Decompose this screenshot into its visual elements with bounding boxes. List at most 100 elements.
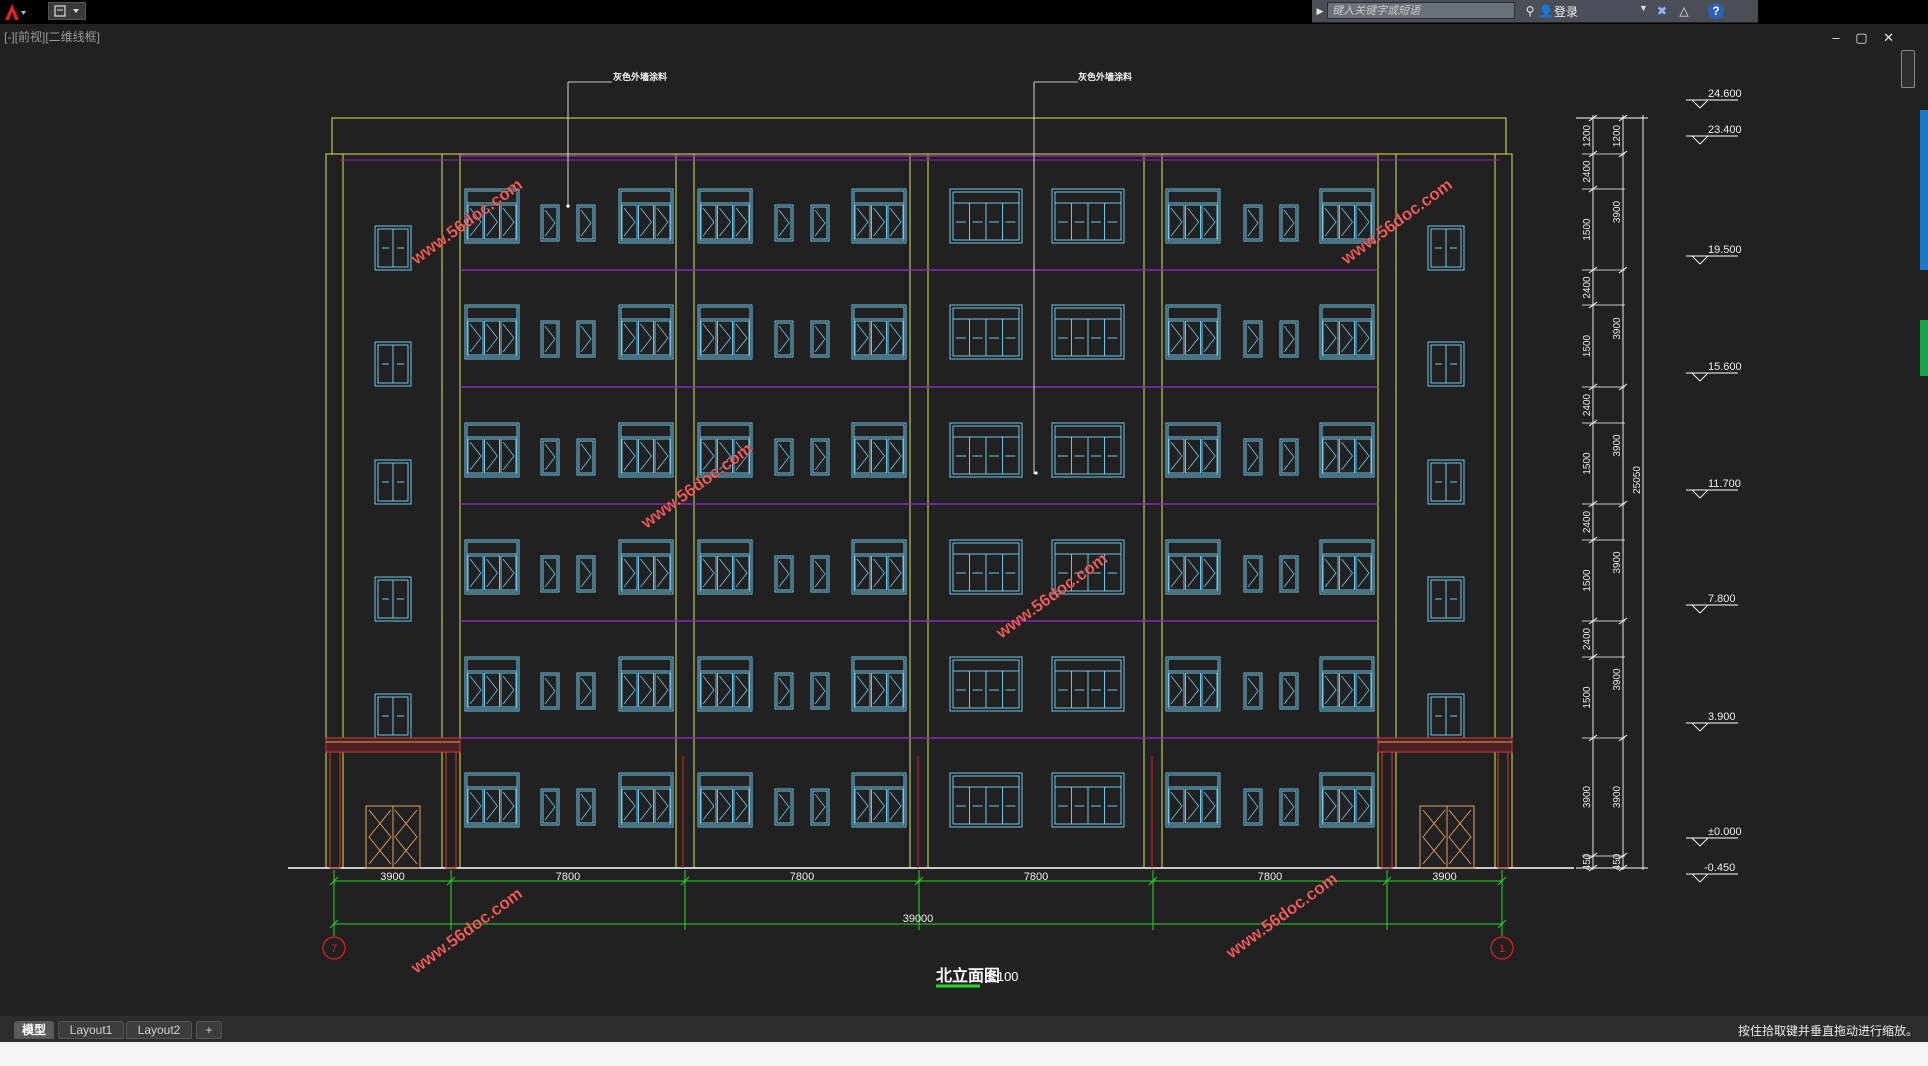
window-frame (464, 772, 520, 828)
pilaster (1377, 153, 1397, 869)
window-swing-mark (702, 791, 715, 821)
window-frame (851, 539, 907, 595)
level-text: 11.700 (1708, 478, 1741, 490)
watermark: www.56doc.com (992, 549, 1111, 643)
dimension-text: 3900 (1612, 668, 1623, 691)
window-swing-mark (1283, 793, 1295, 821)
tab-layout2[interactable]: Layout2 (126, 1021, 192, 1039)
window-swing-mark (640, 207, 653, 237)
window-swing-mark (719, 675, 732, 705)
window-swing-mark (656, 323, 669, 353)
window-swing-mark (889, 675, 902, 705)
window-swing-mark (502, 207, 515, 237)
drawing-canvas[interactable]: 灰色外墙涂料 灰色外墙涂料 3900 7800 7800 7800 7800 3900 3900… (0, 0, 1928, 1066)
level-marker (1691, 489, 1709, 499)
vertical-scrollbar[interactable] (1898, 44, 1916, 1016)
window-frame (464, 539, 520, 595)
window-swing-mark (702, 323, 715, 353)
window-swing-mark (486, 558, 499, 588)
side-panel-tab[interactable] (1920, 110, 1928, 270)
level-text: ±0.000 (1708, 826, 1742, 838)
window-frame (1279, 555, 1299, 593)
window-swing-mark (640, 441, 653, 471)
window-swing-mark (1341, 441, 1354, 471)
window-swing-mark (1357, 791, 1370, 821)
add-layout-button[interactable]: + (196, 1021, 222, 1039)
door-swing-mark (1448, 809, 1472, 865)
window-frame (618, 656, 674, 712)
window-swing-mark (580, 560, 592, 588)
window-swing-mark (778, 677, 790, 705)
window-swing-mark (656, 791, 669, 821)
dimension-text: 450 (1582, 853, 1593, 870)
entrance-canopy (325, 737, 461, 753)
level-marker (1691, 135, 1709, 145)
window-swing-mark (889, 323, 902, 353)
dimension-text: 25050 (1632, 466, 1643, 494)
door-swing-mark (1422, 809, 1446, 865)
window-swing-mark (1247, 209, 1259, 237)
watermark: www.56doc.com (407, 884, 526, 978)
window-frame (810, 204, 830, 242)
window-swing-mark (778, 443, 790, 471)
window-frame (464, 656, 520, 712)
window-frame (1165, 188, 1221, 244)
pilaster (909, 153, 929, 869)
window-swing-mark (814, 443, 826, 471)
dimension-text: 3900 (1432, 871, 1456, 883)
window-frame (810, 672, 830, 710)
dimension-text: 3900 (1612, 434, 1623, 457)
window-swing-mark (502, 323, 515, 353)
window-frame (697, 188, 753, 244)
level-marker (1691, 372, 1709, 382)
tab-model[interactable]: 模型 (14, 1021, 54, 1039)
window-swing-mark (469, 441, 482, 471)
window-frame (774, 204, 794, 242)
window-swing-mark (873, 441, 886, 471)
window-swing-mark (1357, 558, 1370, 588)
window-frame (1279, 320, 1299, 358)
window-frame (851, 772, 907, 828)
window-swing-mark (719, 558, 732, 588)
window-frame (576, 438, 596, 476)
window-swing-mark (1247, 793, 1259, 821)
dimension-text: 7800 (1024, 871, 1048, 883)
window-swing-mark (1170, 323, 1183, 353)
window-frame (1279, 672, 1299, 710)
window-swing-mark (1357, 323, 1370, 353)
window-frame (810, 788, 830, 826)
dimension-text: 3900 (1612, 200, 1623, 223)
window-swing-mark (1341, 675, 1354, 705)
window-swing-mark (469, 558, 482, 588)
material-note: 灰色外墙涂料 (613, 71, 667, 82)
window-swing-mark (873, 323, 886, 353)
window-swing-mark (814, 325, 826, 353)
level-text: 23.400 (1708, 124, 1742, 136)
side-panel-tab[interactable] (1920, 320, 1928, 376)
window-frame (576, 320, 596, 358)
dimension-text: 3900 (1612, 785, 1623, 808)
window-frame (851, 656, 907, 712)
window-frame (540, 788, 560, 826)
command-line[interactable] (0, 1042, 1928, 1066)
window-swing-mark (1203, 791, 1216, 821)
entrance-column (329, 751, 341, 869)
window-swing-mark (702, 675, 715, 705)
window-swing-mark (580, 325, 592, 353)
window-swing-mark (580, 793, 592, 821)
status-text: 按住拾取键并垂直拖动进行缩放。 (1737, 1024, 1918, 1038)
window-frame (1165, 656, 1221, 712)
window-swing-mark (1203, 207, 1216, 237)
tab-layout1[interactable]: Layout1 (58, 1021, 124, 1039)
window-swing-mark (814, 677, 826, 705)
window-swing-mark (856, 441, 869, 471)
window-swing-mark (856, 323, 869, 353)
window-swing-mark (1341, 558, 1354, 588)
window-frame (1243, 204, 1263, 242)
window-swing-mark (544, 793, 556, 821)
window-swing-mark (1203, 441, 1216, 471)
window-swing-mark (640, 791, 653, 821)
dimension-text: 3900 (1612, 551, 1623, 574)
window-swing-mark (502, 558, 515, 588)
scrollbar-thumb[interactable] (1901, 50, 1915, 88)
